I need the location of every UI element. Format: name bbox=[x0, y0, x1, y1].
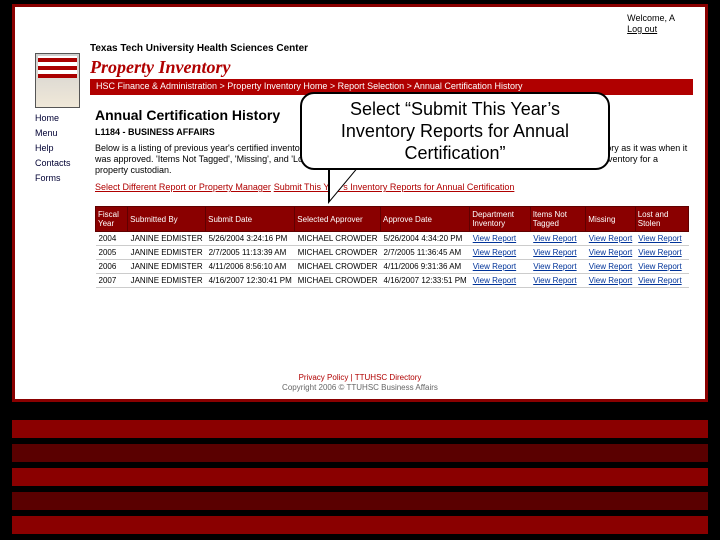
sidebar: Home Menu Help Contacts Forms bbox=[35, 111, 87, 186]
col-header: Approve Date bbox=[381, 207, 470, 232]
col-header: Fiscal Year bbox=[96, 207, 128, 232]
callout-text: Select “Submit This Year’s Inventory Rep… bbox=[314, 98, 596, 164]
instruction-callout: Select “Submit This Year’s Inventory Rep… bbox=[300, 92, 610, 170]
view-report-link[interactable]: View Report bbox=[589, 248, 632, 257]
cell: JANINE EDMISTER bbox=[128, 246, 206, 260]
col-header: Submitted By bbox=[128, 207, 206, 232]
cell: View Report bbox=[530, 232, 586, 246]
cell: View Report bbox=[530, 260, 586, 274]
footer: Privacy Policy | TTUHSC Directory Copyri… bbox=[15, 373, 705, 393]
view-report-link[interactable]: View Report bbox=[473, 248, 516, 257]
table-row: 2007JANINE EDMISTER4/16/2007 12:30:41 PM… bbox=[96, 274, 689, 288]
table-row: 2006JANINE EDMISTER4/11/2006 8:56:10 AMM… bbox=[96, 260, 689, 274]
view-report-link[interactable]: View Report bbox=[533, 262, 576, 271]
view-report-link[interactable]: View Report bbox=[589, 262, 632, 271]
view-report-link[interactable]: View Report bbox=[473, 276, 516, 285]
cell: 2/7/2005 11:36:45 AM bbox=[381, 246, 470, 260]
sidebar-item-contacts[interactable]: Contacts bbox=[35, 156, 87, 170]
cell: View Report bbox=[586, 260, 635, 274]
sidebar-item-home[interactable]: Home bbox=[35, 111, 87, 125]
cell: 2005 bbox=[96, 246, 128, 260]
cell: MICHAEL CROWDER bbox=[295, 260, 381, 274]
submit-inventory-link[interactable]: Submit This Year's Inventory Reports for… bbox=[274, 182, 515, 192]
cell: 5/26/2004 3:24:16 PM bbox=[206, 232, 295, 246]
view-report-link[interactable]: View Report bbox=[638, 248, 681, 257]
footer-copyright: Copyright 2006 © TTUHSC Business Affairs bbox=[15, 383, 705, 393]
welcome-user: Welcome, A bbox=[627, 13, 675, 24]
app-title: Property Inventory bbox=[90, 57, 230, 78]
view-report-link[interactable]: View Report bbox=[533, 248, 576, 257]
cell: View Report bbox=[470, 260, 531, 274]
col-header: Items Not Tagged bbox=[530, 207, 586, 232]
cell: View Report bbox=[470, 246, 531, 260]
logout-link[interactable]: Log out bbox=[627, 24, 675, 35]
table-row: 2004JANINE EDMISTER5/26/2004 3:24:16 PMM… bbox=[96, 232, 689, 246]
view-report-link[interactable]: View Report bbox=[473, 234, 516, 243]
col-header: Missing bbox=[586, 207, 635, 232]
callout-tail-icon bbox=[328, 168, 358, 204]
cell: View Report bbox=[470, 232, 531, 246]
cell: MICHAEL CROWDER bbox=[295, 232, 381, 246]
col-header: Submit Date bbox=[206, 207, 295, 232]
sidebar-item-help[interactable]: Help bbox=[35, 141, 87, 155]
view-report-link[interactable]: View Report bbox=[533, 234, 576, 243]
view-report-link[interactable]: View Report bbox=[589, 276, 632, 285]
cell: JANINE EDMISTER bbox=[128, 274, 206, 288]
col-header: Selected Approver bbox=[295, 207, 381, 232]
cell: 2/7/2005 11:13:39 AM bbox=[206, 246, 295, 260]
cell: 2004 bbox=[96, 232, 128, 246]
cell: 2007 bbox=[96, 274, 128, 288]
cell: 2006 bbox=[96, 260, 128, 274]
cell: View Report bbox=[586, 232, 635, 246]
col-header: Lost and Stolen bbox=[635, 207, 688, 232]
cell: View Report bbox=[635, 232, 688, 246]
ttuhsc-logo bbox=[35, 53, 80, 108]
certification-history-table: Fiscal YearSubmitted BySubmit DateSelect… bbox=[95, 206, 689, 288]
cell: MICHAEL CROWDER bbox=[295, 274, 381, 288]
cell: 5/26/2004 4:34:20 PM bbox=[381, 232, 470, 246]
cell: View Report bbox=[530, 246, 586, 260]
cell: View Report bbox=[635, 246, 688, 260]
col-header: Department Inventory bbox=[470, 207, 531, 232]
view-report-link[interactable]: View Report bbox=[473, 262, 516, 271]
view-report-link[interactable]: View Report bbox=[533, 276, 576, 285]
sidebar-item-menu[interactable]: Menu bbox=[35, 126, 87, 140]
welcome-block: Welcome, A Log out bbox=[627, 13, 675, 35]
view-report-link[interactable]: View Report bbox=[638, 276, 681, 285]
cell: 4/11/2006 9:31:36 AM bbox=[381, 260, 470, 274]
university-name: Texas Tech University Health Sciences Ce… bbox=[90, 43, 308, 54]
footer-links[interactable]: Privacy Policy | TTUHSC Directory bbox=[15, 373, 705, 383]
cell: View Report bbox=[586, 246, 635, 260]
cell: JANINE EDMISTER bbox=[128, 232, 206, 246]
app-frame: Welcome, A Log out Texas Tech University… bbox=[12, 4, 708, 402]
cell: 4/16/2007 12:33:51 PM bbox=[381, 274, 470, 288]
decorative-stripes bbox=[12, 414, 708, 534]
cell: 4/16/2007 12:30:41 PM bbox=[206, 274, 295, 288]
view-report-link[interactable]: View Report bbox=[638, 262, 681, 271]
view-report-link[interactable]: View Report bbox=[638, 234, 681, 243]
cell: View Report bbox=[470, 274, 531, 288]
cell: View Report bbox=[586, 274, 635, 288]
cell: View Report bbox=[530, 274, 586, 288]
select-different-link[interactable]: Select Different Report or Property Mana… bbox=[95, 182, 271, 192]
view-report-link[interactable]: View Report bbox=[589, 234, 632, 243]
cell: 4/11/2006 8:56:10 AM bbox=[206, 260, 295, 274]
cell: JANINE EDMISTER bbox=[128, 260, 206, 274]
table-row: 2005JANINE EDMISTER2/7/2005 11:13:39 AMM… bbox=[96, 246, 689, 260]
cell: View Report bbox=[635, 260, 688, 274]
cell: View Report bbox=[635, 274, 688, 288]
cell: MICHAEL CROWDER bbox=[295, 246, 381, 260]
sidebar-item-forms[interactable]: Forms bbox=[35, 171, 87, 185]
